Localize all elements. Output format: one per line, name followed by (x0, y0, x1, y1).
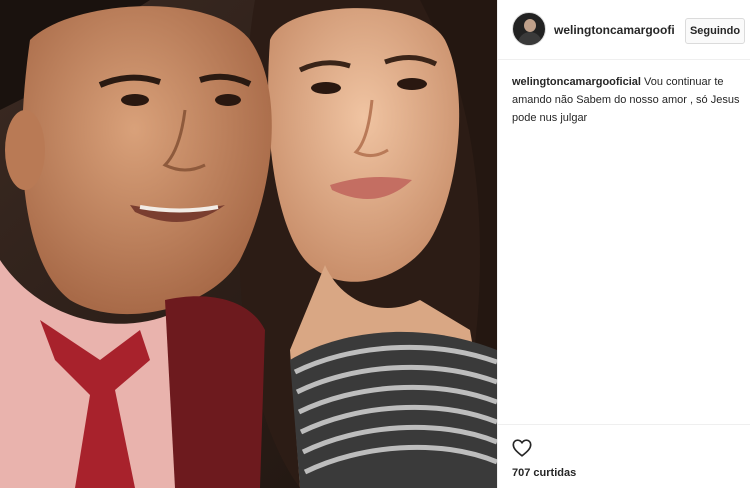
post-side-panel: welingtoncamargoofic Seguindo welingtonc… (497, 0, 750, 488)
post-photo[interactable] (0, 0, 497, 488)
likes-count[interactable]: 707 curtidas (512, 467, 576, 479)
striped-top (290, 331, 497, 488)
post-actions: 707 curtidas (498, 424, 750, 488)
heart-icon[interactable] (511, 437, 533, 459)
following-button[interactable]: Seguindo (685, 18, 745, 44)
profile-avatar[interactable] (512, 12, 546, 46)
avatar-body (518, 32, 542, 45)
caption-username-link[interactable]: welingtoncamargooficial (512, 76, 641, 88)
post-header: welingtoncamargoofic Seguindo (498, 0, 750, 60)
post-caption: welingtoncamargooficial Vou continuar te… (512, 73, 744, 127)
couple-selfie-image (0, 0, 497, 488)
header-username-link[interactable]: welingtoncamargoofic (554, 23, 674, 37)
avatar-head (524, 19, 536, 32)
